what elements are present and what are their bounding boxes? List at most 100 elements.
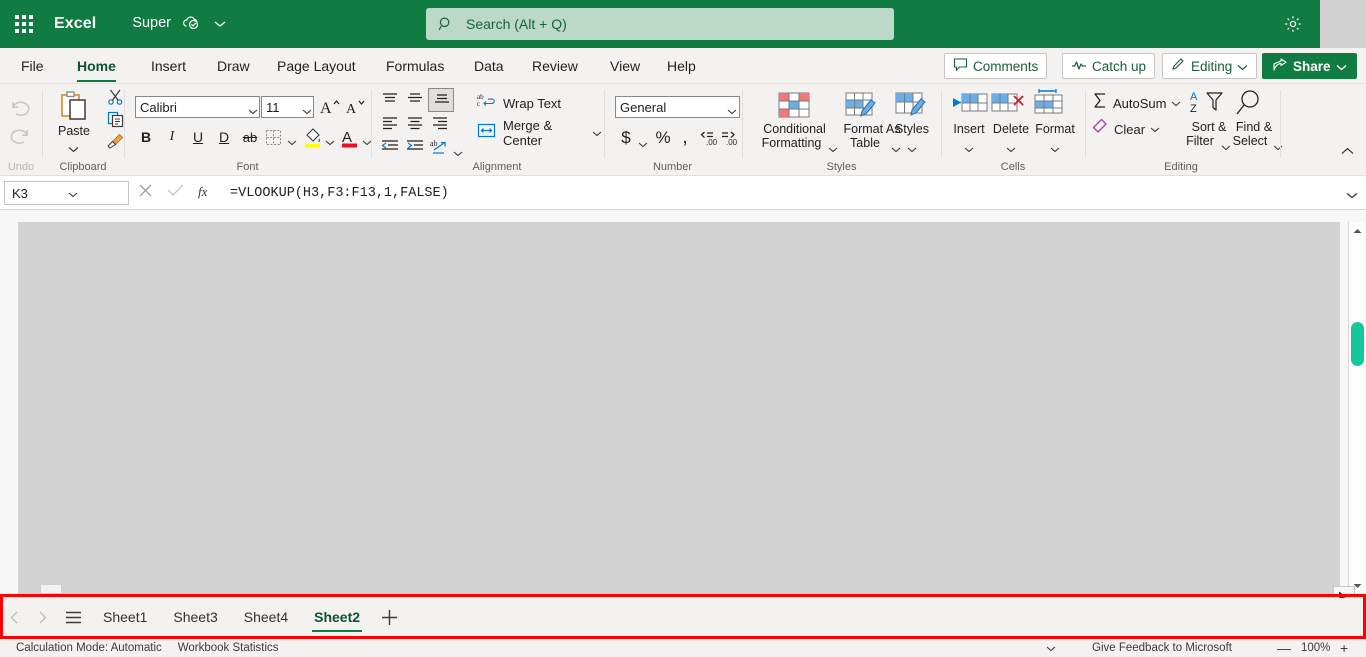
name-box-chevron-down-icon[interactable] — [68, 186, 124, 201]
insert-chevron-down-icon[interactable] — [964, 140, 974, 158]
borders-chevron-down-icon[interactable] — [287, 133, 297, 151]
tab-view[interactable]: View — [599, 48, 651, 84]
tab-formulas[interactable]: Formulas — [375, 48, 455, 84]
horizontal-scrollbar[interactable] — [18, 584, 1340, 594]
zoom-in-icon[interactable]: + — [1340, 640, 1348, 656]
bold-button[interactable]: B — [135, 126, 157, 148]
font-family-chevron-down-icon[interactable] — [248, 102, 258, 120]
share-chevron-down-icon[interactable] — [1336, 59, 1347, 74]
font-family-input[interactable] — [135, 96, 260, 118]
sort-filter-icon[interactable]: A Z — [1190, 89, 1224, 122]
clear-button[interactable]: Clear — [1092, 118, 1160, 140]
italic-button[interactable]: I — [161, 126, 183, 148]
ribbon-collapse-chevron-up-icon[interactable] — [1341, 142, 1354, 160]
tab-draw[interactable]: Draw — [206, 48, 261, 84]
font-color-icon[interactable]: A — [340, 126, 359, 153]
prev-sheet-chevron-left-icon[interactable] — [0, 598, 28, 636]
zoom-out-icon[interactable]: — — [1277, 640, 1291, 656]
align-left-icon[interactable] — [380, 116, 400, 138]
paste-chevron-down-icon[interactable] — [68, 140, 79, 158]
tab-page-layout[interactable]: Page Layout — [266, 48, 367, 84]
document-name-area[interactable]: Super — [132, 14, 226, 34]
workbook-statistics-status[interactable]: Workbook Statistics — [178, 642, 279, 654]
sheet-tab-sheet2[interactable]: Sheet2 — [301, 598, 373, 636]
comma-style-icon[interactable]: , — [677, 124, 693, 150]
spreadsheet-grid-canvas[interactable] — [18, 222, 1340, 594]
insert-function-fx-icon[interactable]: fx — [198, 183, 216, 204]
search-box[interactable] — [426, 8, 894, 40]
wrap-text-button[interactable]: ab c Wrap Text — [477, 92, 561, 115]
number-format-input[interactable] — [615, 96, 740, 118]
align-center-icon[interactable] — [405, 116, 425, 138]
increase-decimal-icon[interactable]: .00 — [698, 129, 718, 152]
formula-input[interactable] — [228, 180, 1338, 206]
increase-indent-icon[interactable] — [405, 139, 425, 160]
format-chevron-down-icon[interactable] — [1050, 140, 1060, 158]
share-button[interactable]: Share — [1262, 53, 1357, 79]
comments-button[interactable]: Comments — [944, 53, 1048, 79]
tab-insert[interactable]: Insert — [140, 48, 197, 84]
find-select-chevron-down-icon[interactable] — [1273, 138, 1283, 156]
formula-bar-expand-chevron-down-icon[interactable] — [1346, 186, 1358, 204]
align-top-icon[interactable] — [380, 91, 400, 113]
scissors-icon[interactable] — [107, 89, 124, 111]
number-format-chevron-down-icon[interactable] — [727, 102, 737, 120]
tab-help[interactable]: Help — [656, 48, 707, 84]
text-orientation-icon[interactable]: ab — [430, 138, 450, 161]
format-painter-brush-icon[interactable] — [106, 133, 124, 155]
document-menu-chevron-down-icon[interactable] — [214, 16, 226, 32]
editing-mode-button[interactable]: Editing — [1162, 53, 1258, 79]
borders-icon[interactable] — [265, 129, 282, 151]
next-sheet-chevron-right-icon[interactable] — [28, 598, 56, 636]
currency-chevron-down-icon[interactable] — [638, 135, 648, 153]
align-middle-icon[interactable] — [405, 91, 425, 113]
strikethrough-button[interactable]: ab — [239, 126, 261, 148]
underline-button[interactable]: U — [187, 126, 209, 148]
redo-arrow-icon[interactable] — [9, 126, 31, 151]
fill-color-chevron-down-icon[interactable] — [325, 133, 335, 151]
vertical-scrollbar[interactable] — [1348, 222, 1365, 594]
currency-dollar-icon[interactable]: $ — [617, 126, 635, 150]
cancel-x-icon[interactable] — [138, 183, 153, 203]
double-underline-button[interactable]: D — [213, 126, 235, 148]
merge-center-button[interactable]: Merge & Center — [477, 118, 602, 148]
hamburger-all-sheets-icon[interactable] — [56, 598, 90, 636]
sheet-tab-sheet1[interactable]: Sheet1 — [90, 598, 160, 636]
catch-up-button[interactable]: Catch up — [1062, 53, 1156, 79]
merge-chevron-down-icon[interactable] — [592, 124, 602, 142]
undo-arrow-icon[interactable] — [9, 98, 31, 123]
scroll-up-arrow-icon[interactable] — [1349, 222, 1366, 239]
decrease-indent-icon[interactable] — [380, 139, 400, 160]
cell-styles-chevron-down-icon[interactable] — [907, 140, 917, 158]
tab-data[interactable]: Data — [463, 48, 515, 84]
horizontal-scrollbar-thumb[interactable] — [40, 584, 62, 594]
delete-chevron-down-icon[interactable] — [1006, 140, 1016, 158]
fill-color-bucket-icon[interactable] — [303, 126, 322, 153]
plus-add-sheet-icon[interactable] — [373, 598, 405, 636]
vertical-scrollbar-thumb[interactable] — [1351, 322, 1364, 366]
font-size-chevron-down-icon[interactable] — [302, 102, 312, 120]
increase-font-size-icon[interactable]: A — [319, 96, 341, 123]
find-select-magnifier-icon[interactable] — [1234, 89, 1264, 122]
search-input[interactable] — [464, 15, 864, 33]
give-feedback-link[interactable]: Give Feedback to Microsoft — [1092, 642, 1232, 654]
align-bottom-icon[interactable] — [428, 88, 454, 112]
tab-file[interactable]: File — [10, 48, 55, 84]
cell-styles-icon[interactable] — [895, 91, 927, 126]
align-right-icon[interactable] — [430, 116, 450, 138]
sheet-tab-sheet3[interactable]: Sheet3 — [160, 598, 230, 636]
tab-home[interactable]: Home — [66, 48, 127, 84]
format-cells-icon[interactable] — [1032, 88, 1065, 123]
percent-style-icon[interactable]: % — [653, 126, 673, 150]
insert-cells-icon[interactable] — [952, 91, 988, 124]
sheet-tab-sheet4[interactable]: Sheet4 — [231, 598, 301, 636]
format-as-table-chevron-down-icon[interactable] — [891, 140, 901, 158]
conditional-formatting-chevron-down-icon[interactable] — [828, 140, 838, 158]
copy-pages-icon[interactable] — [107, 111, 124, 133]
app-launcher-icon[interactable] — [0, 0, 48, 48]
orientation-chevron-down-icon[interactable] — [453, 144, 463, 162]
zoom-level-label[interactable]: 100% — [1301, 642, 1330, 654]
decrease-decimal-icon[interactable]: .00 — [720, 129, 740, 152]
delete-cells-icon[interactable] — [990, 91, 1026, 124]
format-as-table-icon[interactable] — [845, 91, 877, 126]
